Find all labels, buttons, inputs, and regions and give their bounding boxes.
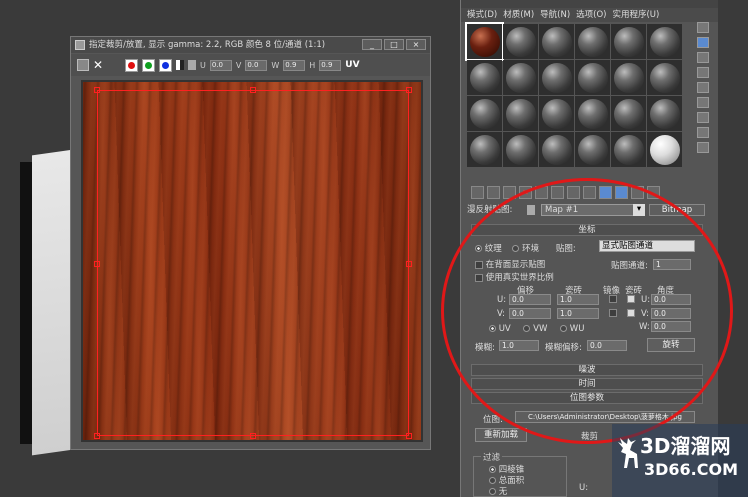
annotation-circle xyxy=(441,178,733,444)
none-label: 无 xyxy=(498,487,508,497)
material-slot[interactable] xyxy=(539,132,574,167)
crop-handle-br[interactable] xyxy=(406,433,412,439)
material-slot[interactable] xyxy=(467,96,502,131)
reload-button[interactable]: 重新加载 xyxy=(475,428,527,442)
crop-handle-b[interactable] xyxy=(250,433,256,439)
material-slot[interactable] xyxy=(611,24,646,59)
options-icon[interactable] xyxy=(697,112,709,123)
material-slot[interactable] xyxy=(611,96,646,131)
material-slot[interactable] xyxy=(539,96,574,131)
summed-radio[interactable] xyxy=(489,477,496,484)
material-slot[interactable] xyxy=(467,132,502,167)
watermark: 3D溜溜网 3D66.COM xyxy=(612,424,748,497)
crop-toolbar: ✕ U 0.0 V 0.0 W 0.9 H 0.9 UV xyxy=(71,54,430,76)
background-icon[interactable] xyxy=(697,52,709,63)
material-slot[interactable] xyxy=(611,132,646,167)
material-slot[interactable] xyxy=(503,24,538,59)
map-navigator-icon[interactable] xyxy=(697,142,709,153)
green-channel-toggle[interactable] xyxy=(142,58,155,72)
material-slot[interactable] xyxy=(503,96,538,131)
filter-none: 无 xyxy=(489,485,507,497)
material-slot[interactable] xyxy=(647,96,682,131)
blue-channel-toggle[interactable] xyxy=(159,58,172,72)
mono-icon[interactable] xyxy=(188,60,196,70)
put-to-scene-icon[interactable] xyxy=(487,185,500,199)
material-slot[interactable] xyxy=(467,60,502,95)
h-field[interactable]: 0.9 xyxy=(319,59,342,71)
h-label: H xyxy=(309,60,316,70)
crop-window-title: 指定裁剪/放置, 显示 gamma: 2.2, RGB 颜色 8 位/通道 (1… xyxy=(89,40,326,50)
bottom-u-label: U: xyxy=(579,483,589,493)
watermark-title: 3D溜溜网 xyxy=(640,434,731,458)
material-slot[interactable] xyxy=(503,132,538,167)
crop-handle-bl[interactable] xyxy=(94,433,100,439)
filtering-label: 过滤 xyxy=(481,451,503,463)
uv-label: UV xyxy=(345,60,360,70)
material-slot[interactable] xyxy=(647,60,682,95)
w-field[interactable]: 0.9 xyxy=(283,59,306,71)
menu-navigation[interactable]: 导航(N) xyxy=(540,8,570,22)
make-preview-icon[interactable] xyxy=(697,97,709,108)
material-slot[interactable] xyxy=(575,132,610,167)
material-slots xyxy=(465,22,687,167)
video-color-icon[interactable] xyxy=(697,82,709,93)
crop-handle-r[interactable] xyxy=(406,261,412,267)
menu-options[interactable]: 选项(O) xyxy=(576,8,606,22)
crop-handle-tl[interactable] xyxy=(94,87,100,93)
crop-region[interactable] xyxy=(94,87,412,439)
none-radio[interactable] xyxy=(489,488,496,495)
material-editor-titlebar[interactable] xyxy=(461,0,718,8)
w-label: W xyxy=(271,60,280,70)
material-slot[interactable] xyxy=(575,24,610,59)
deer-logo-icon xyxy=(618,438,638,468)
v-label: V xyxy=(235,60,242,70)
crop-window-titlebar[interactable]: 指定裁剪/放置, 显示 gamma: 2.2, RGB 颜色 8 位/通道 (1… xyxy=(71,37,430,53)
pyramidal-radio[interactable] xyxy=(489,466,496,473)
crop-handle-t[interactable] xyxy=(250,87,256,93)
minimize-button[interactable]: _ xyxy=(362,39,382,50)
material-slot[interactable] xyxy=(575,96,610,131)
watermark-url: 3D66.COM xyxy=(644,460,739,479)
material-slot[interactable] xyxy=(539,24,574,59)
material-slot[interactable] xyxy=(503,60,538,95)
crop-handle-l[interactable] xyxy=(94,261,100,267)
menu-material[interactable]: 材质(M) xyxy=(503,8,534,22)
material-slot[interactable] xyxy=(539,60,574,95)
material-slot[interactable] xyxy=(575,60,610,95)
menu-utilities[interactable]: 实用程序(U) xyxy=(612,8,659,22)
menu-mode[interactable]: 模式(D) xyxy=(467,8,497,22)
material-slot[interactable] xyxy=(611,60,646,95)
get-material-icon[interactable] xyxy=(471,185,484,199)
material-slot[interactable] xyxy=(647,132,682,167)
material-slot[interactable] xyxy=(647,24,682,59)
v-field[interactable]: 0.0 xyxy=(245,59,268,71)
sample-type-icon[interactable] xyxy=(697,22,709,33)
wood-texture-canvas[interactable] xyxy=(81,80,423,442)
material-slot[interactable] xyxy=(465,22,504,61)
backlight-icon[interactable] xyxy=(697,37,709,48)
maximize-button[interactable]: □ xyxy=(384,39,404,50)
crop-handle-tr[interactable] xyxy=(406,87,412,93)
select-by-material-icon[interactable] xyxy=(697,127,709,138)
window-icon xyxy=(75,40,85,50)
material-side-toolbar xyxy=(695,22,711,172)
u-label: U xyxy=(200,60,206,70)
save-icon[interactable] xyxy=(77,59,89,71)
close-icon[interactable]: ✕ xyxy=(93,58,107,72)
uv-tiling-icon[interactable] xyxy=(697,67,709,78)
alpha-icon[interactable] xyxy=(176,60,184,70)
crop-place-window: 指定裁剪/放置, 显示 gamma: 2.2, RGB 颜色 8 位/通道 (1… xyxy=(70,36,431,450)
red-channel-toggle[interactable] xyxy=(125,58,138,72)
u-field[interactable]: 0.0 xyxy=(209,59,232,71)
menu-bar: 模式(D) 材质(M) 导航(N) 选项(O) 实用程序(U) xyxy=(461,8,718,22)
close-button[interactable]: × xyxy=(406,39,426,50)
